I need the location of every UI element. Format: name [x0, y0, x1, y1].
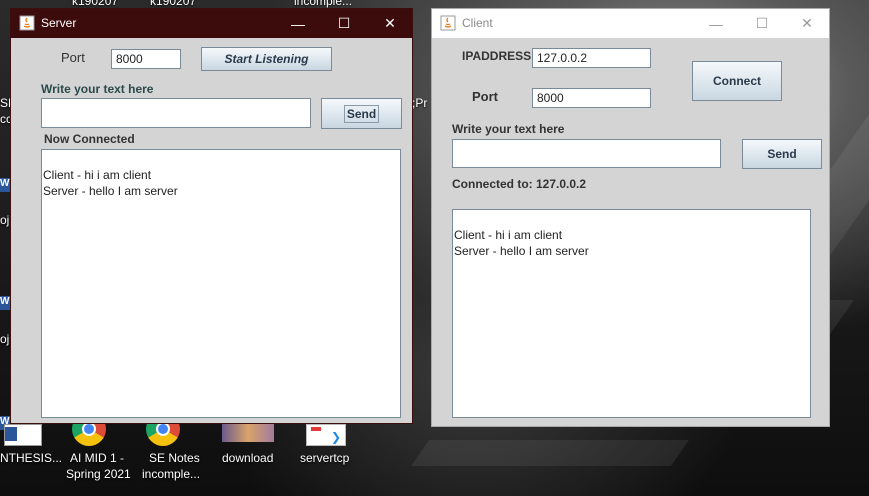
connection-status: Now Connected — [44, 132, 135, 146]
word-doc-icon[interactable]: W — [0, 178, 10, 192]
maximize-button[interactable]: ☐ — [739, 9, 785, 38]
chat-message: Client - hi i am client — [454, 228, 563, 242]
client-window: Client — ☐ ✕ IPADDRESS Port Connect Writ… — [431, 8, 830, 427]
message-input[interactable] — [41, 98, 311, 128]
image-thumbnail-icon — [222, 424, 274, 442]
desktop-icon-label: AI MID 1 - — [70, 451, 125, 465]
server-window: Server — ☐ ✕ Port Start Listening Write … — [10, 8, 413, 424]
start-listening-button[interactable]: Start Listening — [201, 47, 332, 71]
word-doc-icon[interactable]: W — [0, 296, 10, 310]
desktop-label-fragment[interactable]: oj — [0, 332, 9, 346]
message-input[interactable] — [452, 139, 721, 168]
desktop-icon[interactable]: SE Notes incomple... — [140, 412, 210, 484]
minimize-button[interactable]: — — [693, 9, 739, 38]
connect-button[interactable]: Connect — [692, 61, 782, 101]
window-title: Client — [462, 16, 493, 30]
word-doc-icon — [4, 424, 42, 446]
minimize-button[interactable]: — — [275, 9, 321, 38]
desktop-icon[interactable]: AI MID 1 - Spring 2021 — [62, 412, 132, 484]
server-titlebar[interactable]: Server — ☐ ✕ — [11, 9, 412, 38]
port-input[interactable] — [532, 88, 651, 108]
left-desktop-strip: SE cc W oj W oj W — [0, 30, 16, 430]
send-button[interactable]: Send — [321, 98, 402, 129]
desktop-icon[interactable]: download — [218, 424, 282, 474]
close-button[interactable]: ✕ — [784, 9, 830, 38]
desktop-label[interactable]: k190207 — [72, 0, 118, 8]
desktop-icon-label: download — [222, 451, 274, 465]
chat-message: Server - hello I am server — [454, 244, 589, 258]
ip-address-label: IPADDRESS — [462, 49, 532, 63]
send-button-label: Send — [343, 104, 380, 123]
desktop-label-fragment[interactable]: ;Pr — [412, 96, 427, 110]
desktop-icon-label: servertcp — [300, 451, 350, 465]
chat-message: Client - hi i am client — [43, 168, 152, 182]
java-app-icon — [19, 15, 35, 31]
desktop-label-fragment[interactable]: oj — [0, 213, 9, 227]
ip-address-input[interactable] — [532, 48, 651, 68]
close-button[interactable]: ✕ — [367, 9, 413, 38]
desktop-label[interactable]: k190207 — [150, 0, 196, 8]
chat-log[interactable]: Client - hi i am client Server - hello I… — [41, 149, 401, 418]
desktop-icon-label: SE Notes — [149, 451, 200, 465]
port-label: Port — [61, 50, 85, 65]
port-input[interactable] — [111, 49, 181, 69]
desktop-icon-label: Spring 2021 — [66, 467, 131, 481]
connection-status: Connected to: 127.0.0.2 — [452, 177, 587, 191]
chat-message: Server - hello I am server — [43, 184, 178, 198]
desktop-label[interactable]: incomple... — [294, 0, 352, 8]
maximize-button[interactable]: ☐ — [321, 9, 367, 38]
desktop-icon-label: NTHESIS... — [0, 451, 63, 465]
window-title: Server — [41, 16, 77, 30]
port-label: Port — [472, 89, 498, 104]
client-titlebar[interactable]: Client — ☐ ✕ — [432, 9, 829, 38]
java-app-icon — [440, 15, 456, 31]
send-button[interactable]: Send — [742, 139, 822, 169]
desktop-icon[interactable]: ❯ servertcp — [296, 424, 360, 474]
chat-log[interactable]: Client - hi i am client Server - hello I… — [452, 209, 811, 418]
write-text-label: Write your text here — [452, 122, 565, 136]
write-text-label: Write your text here — [41, 82, 154, 96]
vscode-file-icon: ❯ — [306, 424, 346, 446]
desktop-icon-label: incomple... — [142, 467, 201, 481]
